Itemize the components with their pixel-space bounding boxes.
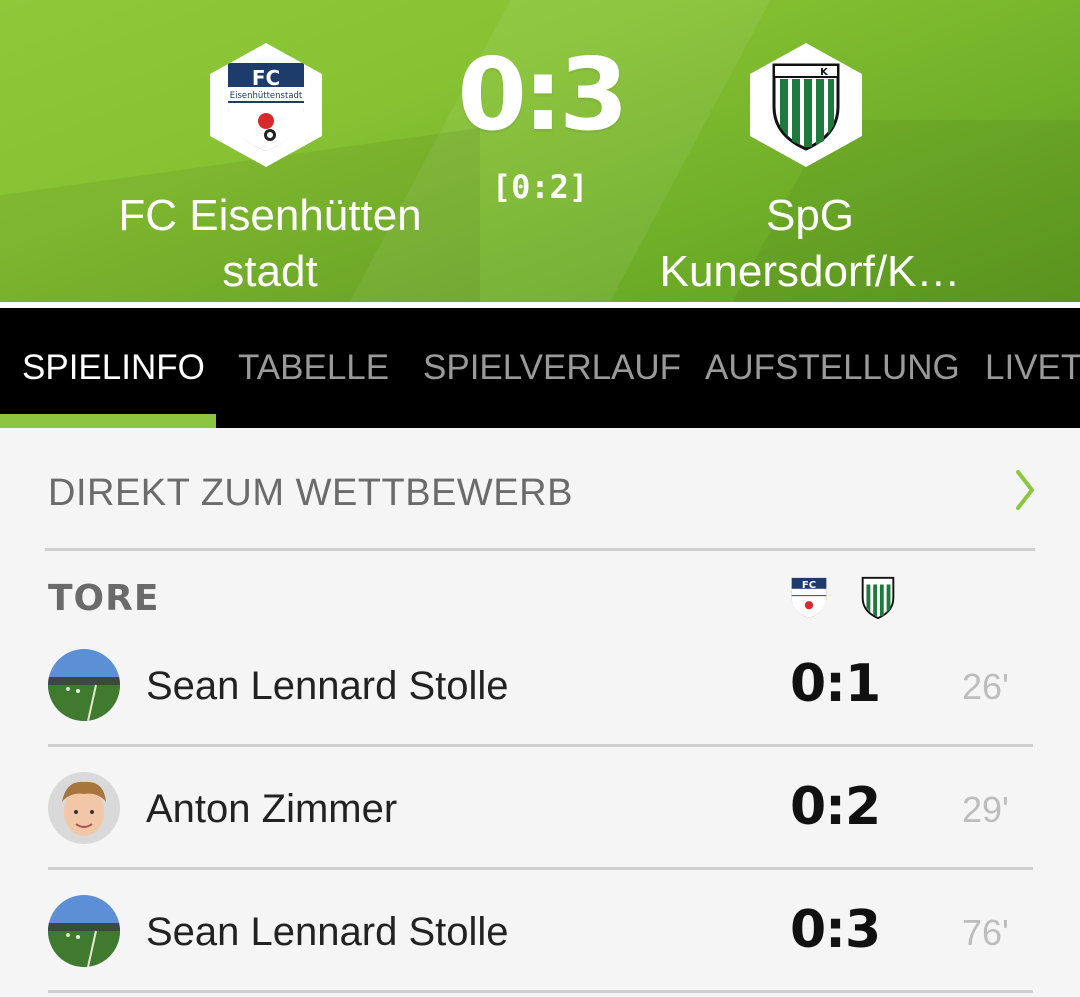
tab-aufstellung[interactable]: AUFSTELLUNG <box>705 308 960 428</box>
player-photo-icon <box>48 895 120 967</box>
tab-spielinfo[interactable]: SPIELINFO <box>22 308 205 428</box>
goal-minute: 26' <box>962 666 1009 707</box>
home-team-name-line1: FC Eisenhütten <box>118 191 422 240</box>
away-team-name[interactable]: SpG Kunersdorf/K… <box>610 188 1010 300</box>
tab-bar: SPIELINFO TABELLE SPIELVERLAUF AUFSTELLU… <box>0 308 1080 428</box>
avatar <box>48 649 120 721</box>
home-crest-small-icon: FC <box>791 577 827 618</box>
goal-row[interactable]: Sean Lennard Stolle 0:3 76' <box>0 870 1080 992</box>
avatar <box>48 772 120 844</box>
goal-row[interactable]: Sean Lennard Stolle 0:1 26' <box>0 624 1080 746</box>
goal-score: 0:3 <box>790 900 881 960</box>
home-team-name[interactable]: FC Eisenhütten stadt <box>80 188 460 300</box>
avatar <box>48 895 120 967</box>
divider <box>45 548 1035 551</box>
player-photo-icon <box>48 649 120 721</box>
spg-kunersdorf-logo-icon: K <box>772 63 840 151</box>
away-team-name-line2: Kunersdorf/K… <box>659 247 961 296</box>
svg-text:FC: FC <box>802 580 816 591</box>
goal-scorer: Sean Lennard Stolle <box>146 664 509 708</box>
tab-spielverlauf[interactable]: SPIELVERLAUF <box>423 308 681 428</box>
competition-link[interactable]: DIREKT ZUM WETTBEWERB <box>0 428 1080 550</box>
goal-row[interactable]: Anton Zimmer 0:2 29' <box>0 747 1080 869</box>
goals-section-title: TORE <box>48 578 160 619</box>
chevron-right-icon[interactable] <box>1012 466 1038 514</box>
away-team-name-line1: SpG <box>765 191 855 240</box>
competition-link-label: DIREKT ZUM WETTBEWERB <box>48 472 573 514</box>
goal-minute: 76' <box>962 912 1009 953</box>
svg-text:Eisenhüttenstadt: Eisenhüttenstadt <box>230 91 303 101</box>
goal-score: 0:2 <box>790 777 881 837</box>
tab-liveticker[interactable]: LIVET <box>985 308 1080 428</box>
goal-scorer: Sean Lennard Stolle <box>146 910 509 954</box>
match-score: 0:3 <box>457 36 628 153</box>
halftime-score: [0:2] <box>491 168 589 206</box>
player-photo-icon <box>48 772 120 844</box>
away-crest-small-icon <box>861 576 895 620</box>
goal-score: 0:1 <box>790 654 881 714</box>
goal-minute: 29' <box>962 789 1009 830</box>
active-tab-indicator <box>0 414 216 428</box>
tab-tabelle[interactable]: TABELLE <box>238 308 389 428</box>
fc-eisenhuettenstadt-logo-icon: FC Eisenhüttenstadt <box>228 63 304 151</box>
home-team-name-line2: stadt <box>222 247 318 296</box>
divider <box>48 990 1033 993</box>
svg-text:K: K <box>820 67 829 78</box>
goal-scorer: Anton Zimmer <box>146 787 398 831</box>
svg-text:FC: FC <box>252 66 280 90</box>
